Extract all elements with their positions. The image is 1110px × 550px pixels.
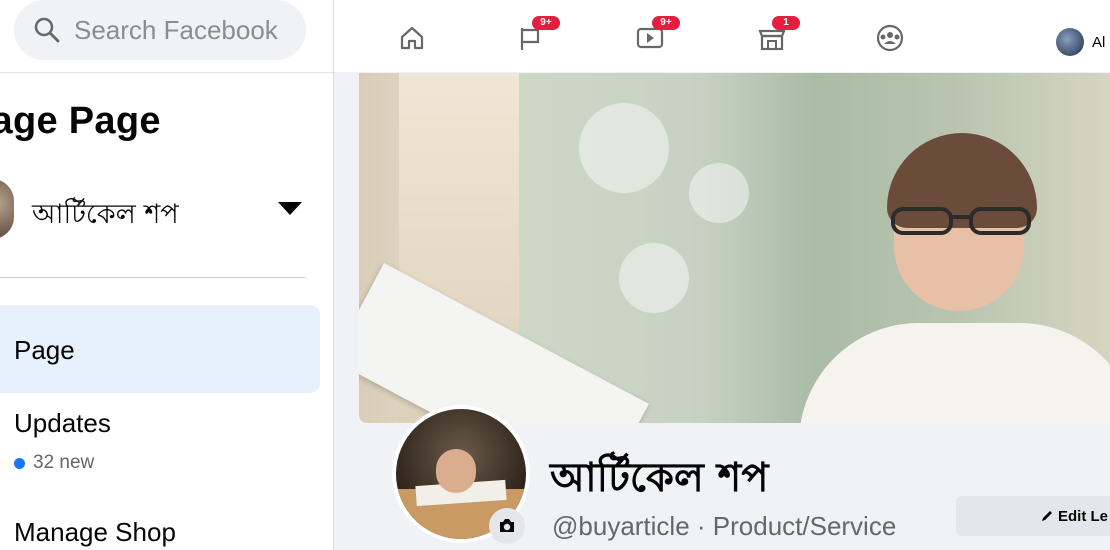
nav-groups[interactable] — [870, 18, 910, 58]
search-bar[interactable] — [14, 0, 306, 60]
update-profile-picture-button[interactable] — [489, 508, 525, 544]
nav-home[interactable] — [392, 18, 432, 58]
cover-bokeh — [619, 243, 689, 313]
cover-glasses — [891, 207, 1031, 235]
cover-person — [799, 133, 1110, 423]
page-handle-category: @buyarticle · Product/Service — [552, 511, 897, 541]
notification-badge: 9+ — [652, 16, 680, 30]
top-navigation-bar: 9+ 9+ 1 Al — [334, 0, 1110, 72]
search-icon — [34, 17, 60, 43]
cover-person-body — [799, 323, 1110, 423]
cover-photo[interactable] — [359, 73, 1110, 423]
updates-count: 32 new — [14, 452, 94, 474]
profile-image-hand — [436, 449, 476, 493]
pencil-icon — [1042, 511, 1052, 521]
left-sidebar: nage Page আর্টিকেল শপ Page Updates 32 ne… — [0, 0, 334, 550]
page-title: আর্টিকেল শপ — [550, 455, 769, 501]
profile-shortcut[interactable]: Al — [1056, 28, 1105, 56]
edit-button[interactable]: Edit Le — [956, 496, 1110, 536]
avatar — [0, 179, 14, 239]
cover-bokeh — [579, 103, 669, 193]
camera-icon — [500, 519, 514, 532]
notification-badge: 9+ — [532, 16, 560, 30]
updates-count-text: 32 new — [33, 452, 95, 473]
search-input[interactable] — [72, 13, 296, 47]
notification-badge: 1 — [772, 16, 800, 30]
sidebar-item-label: Updates — [14, 408, 111, 438]
nav-watch[interactable]: 9+ — [632, 16, 680, 58]
sidebar-item-label: Page — [14, 335, 75, 365]
groups-icon — [876, 24, 904, 52]
cover-bokeh — [689, 163, 749, 223]
home-icon — [400, 26, 424, 50]
sidebar-item-updates[interactable]: Updates 32 new — [14, 408, 314, 478]
profile-name: Al — [1092, 33, 1106, 51]
sidebar-item-manage-shop[interactable]: Manage Shop — [14, 517, 176, 548]
nav-pages[interactable]: 9+ — [512, 16, 560, 58]
sidebar-item-page[interactable]: Page — [0, 305, 320, 393]
sidebar-divider — [0, 277, 306, 278]
edit-button-label: Edit Le — [1058, 507, 1109, 525]
avatar — [1056, 28, 1084, 56]
caret-down-icon[interactable] — [278, 202, 302, 215]
page-selector-name: আর্টিকেল শপ — [32, 199, 179, 230]
sidebar-divider-top — [0, 72, 333, 73]
new-dot-icon — [14, 457, 25, 469]
sidebar-title: nage Page — [0, 100, 161, 142]
nav-marketplace[interactable]: 1 — [752, 16, 800, 58]
page-selector[interactable]: আর্টিকেল শপ — [0, 176, 320, 250]
